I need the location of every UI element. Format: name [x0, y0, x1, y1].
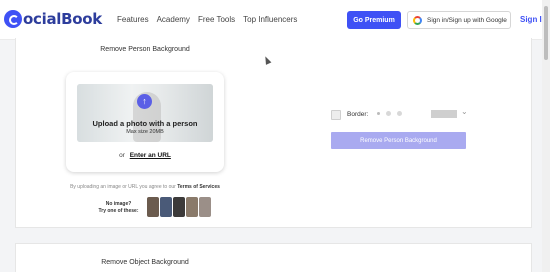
samples-label: No image? Try one of these: — [91, 201, 146, 215]
remove-person-background-button[interactable]: Remove Person Background — [331, 132, 466, 149]
sample-image[interactable] — [186, 197, 198, 217]
nav-top-influencers[interactable]: Top Influencers — [243, 15, 297, 24]
upload-text: Upload a photo with a person — [92, 119, 198, 128]
go-premium-button[interactable]: Go Premium — [347, 11, 401, 29]
google-icon — [413, 15, 422, 25]
border-size-option[interactable] — [377, 112, 380, 115]
sample-images — [147, 197, 212, 217]
terms-disclaimer: By uploading an image or URL you agree t… — [16, 184, 274, 190]
upload-arrow-icon[interactable]: ↑ — [137, 94, 152, 109]
upload-size-hint: Max size 20MB — [126, 129, 164, 135]
scrollbar-thumb[interactable] — [544, 6, 548, 60]
disclaimer-text: By uploading an image or URL you agree t… — [70, 184, 176, 190]
nav-free-tools[interactable]: Free Tools — [198, 15, 235, 24]
enter-url-link[interactable]: Enter an URL — [130, 152, 171, 159]
border-size-option[interactable] — [386, 111, 391, 116]
chevron-down-icon[interactable]: ⌄ — [461, 107, 468, 116]
border-width-options — [377, 111, 408, 116]
scrollbar[interactable] — [542, 0, 550, 272]
samples-label-line1: No image? — [105, 201, 132, 207]
border-color-swatch[interactable] — [431, 110, 457, 118]
sample-image[interactable] — [160, 197, 172, 217]
socialbook-logo[interactable]: ocialBook — [4, 10, 102, 28]
upload-box[interactable]: ↑ Upload a photo with a person Max size … — [66, 72, 224, 172]
logo-icon — [4, 10, 22, 28]
logo-text: ocialBook — [23, 10, 102, 28]
terms-link[interactable]: Terms of Services — [177, 184, 220, 190]
url-line: or Enter an URL — [66, 152, 224, 159]
nav-features[interactable]: Features — [117, 15, 149, 24]
border-size-option[interactable] — [397, 111, 402, 116]
top-header: ocialBook Features Academy Free Tools To… — [0, 0, 550, 40]
sample-image[interactable] — [173, 197, 185, 217]
samples-label-line2: Try one of these: — [98, 208, 139, 214]
google-signin-button[interactable]: Sign in/Sign up with Google — [407, 11, 511, 29]
google-signin-label: Sign in/Sign up with Google — [427, 16, 507, 24]
nav-academy[interactable]: Academy — [157, 15, 190, 24]
card2-title: Remove Object Background — [101, 259, 189, 266]
sample-image[interactable] — [199, 197, 211, 217]
remove-object-card: Remove Object Background — [15, 243, 532, 272]
upload-preview-image[interactable]: ↑ Upload a photo with a person Max size … — [77, 84, 213, 142]
sample-image[interactable] — [147, 197, 159, 217]
or-text: or — [119, 152, 125, 159]
main-nav: Features Academy Free Tools Top Influenc… — [117, 15, 305, 24]
border-label: Border: — [347, 111, 369, 118]
card-title: Remove Person Background — [100, 46, 190, 53]
border-checkbox[interactable] — [331, 110, 341, 120]
remove-person-card: Remove Person Background ↑ Upload a phot… — [15, 38, 532, 228]
